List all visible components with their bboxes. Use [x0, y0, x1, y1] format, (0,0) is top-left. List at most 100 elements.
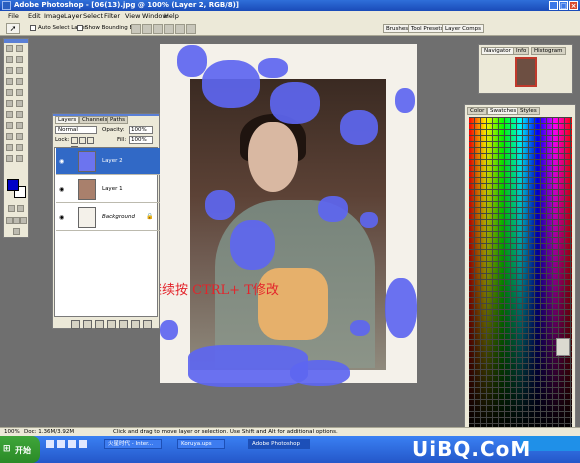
layer-row-background[interactable]: ◉ Background 🔒: [56, 204, 160, 231]
adjustment-layer-icon[interactable]: [119, 320, 128, 329]
type-tool-icon[interactable]: [16, 122, 23, 129]
fill-input[interactable]: 100%: [129, 136, 153, 144]
magic-wand-tool-icon[interactable]: [16, 56, 23, 63]
new-group-icon[interactable]: [107, 320, 116, 329]
taskbar-button-koruya[interactable]: Koruya.ups: [177, 439, 225, 449]
screen-mode-full-icon[interactable]: [20, 217, 27, 224]
start-button[interactable]: ⊞ 开始: [0, 436, 40, 463]
zoom-level[interactable]: 100%: [4, 429, 20, 435]
close-button[interactable]: ×: [569, 1, 578, 10]
menu-help[interactable]: Help: [164, 12, 179, 20]
blend-mode-select[interactable]: Normal: [55, 126, 97, 134]
menu-edit[interactable]: Edit: [28, 12, 41, 20]
align-right-icon[interactable]: [186, 24, 196, 34]
quick-launch-icon[interactable]: [68, 440, 76, 448]
layer-row-layer-2[interactable]: ◉ Layer 2: [56, 148, 160, 175]
tab-layers[interactable]: Layers: [55, 116, 80, 124]
healing-tool-icon[interactable]: [6, 78, 13, 85]
toolbox-grip[interactable]: [4, 39, 28, 43]
dodge-tool-icon[interactable]: [16, 111, 23, 118]
trash-icon[interactable]: [143, 320, 152, 329]
layer-name: Layer 2: [102, 158, 123, 164]
gradient-tool-icon[interactable]: [16, 100, 23, 107]
menu-image[interactable]: Image: [44, 12, 64, 20]
layer-row-layer-1[interactable]: ◉ Layer 1: [56, 176, 160, 203]
brush-tool-icon[interactable]: [16, 78, 23, 85]
layer-thumbnail: [78, 151, 96, 172]
visibility-eye-icon[interactable]: ◉: [59, 186, 64, 193]
align-top-icon[interactable]: [131, 24, 141, 34]
doc-size: Doc: 1.36M/3.92M: [24, 429, 75, 435]
new-layer-icon[interactable]: [131, 320, 140, 329]
menu-select[interactable]: Select: [83, 12, 103, 20]
layer-mask-icon[interactable]: [95, 320, 104, 329]
align-left-icon[interactable]: [164, 24, 174, 34]
align-middle-icon[interactable]: [142, 24, 152, 34]
swatch-scroll-button[interactable]: [556, 338, 570, 356]
tab-color[interactable]: Color: [467, 107, 488, 115]
stamp-tool-icon[interactable]: [6, 89, 13, 96]
screen-mode-full-menu-icon[interactable]: [13, 217, 20, 224]
tab-histogram[interactable]: Histogram: [531, 47, 566, 55]
history-brush-tool-icon[interactable]: [16, 89, 23, 96]
layer-style-icon[interactable]: [83, 320, 92, 329]
lock-icon: 🔒: [146, 213, 154, 220]
eraser-tool-icon[interactable]: [6, 100, 13, 107]
visibility-eye-icon[interactable]: ◉: [59, 158, 64, 165]
lock-position-icon[interactable]: [87, 137, 94, 144]
lock-transparency-icon[interactable]: [71, 137, 78, 144]
swatch-grid[interactable]: [469, 117, 572, 429]
zoom-tool-icon[interactable]: [16, 155, 23, 162]
menu-filter[interactable]: Filter: [104, 12, 120, 20]
align-center-icon[interactable]: [175, 24, 185, 34]
tab-swatches[interactable]: Swatches: [487, 107, 520, 115]
tab-styles[interactable]: Styles: [517, 107, 540, 115]
start-label: 开始: [15, 446, 31, 455]
tab-info[interactable]: Info: [513, 47, 530, 55]
menu-file[interactable]: File: [8, 12, 19, 20]
eyedropper-tool-icon[interactable]: [16, 144, 23, 151]
lasso-tool-icon[interactable]: [6, 56, 13, 63]
standard-mode-icon[interactable]: [8, 205, 15, 212]
align-bottom-icon[interactable]: [153, 24, 163, 34]
lock-image-icon[interactable]: [79, 137, 86, 144]
notes-tool-icon[interactable]: [6, 144, 13, 151]
blur-tool-icon[interactable]: [6, 111, 13, 118]
tab-brushes[interactable]: Brushes: [383, 24, 412, 33]
navigator-preview[interactable]: [515, 57, 537, 87]
taskbar-button-photoshop[interactable]: Adobe Photoshop: [248, 439, 310, 449]
path-select-tool-icon[interactable]: [6, 122, 13, 129]
marquee-tool-icon[interactable]: [6, 45, 13, 52]
bounding-box-checkbox[interactable]: [77, 25, 83, 31]
tab-navigator[interactable]: Navigator: [481, 47, 514, 55]
screen-mode-standard-icon[interactable]: [6, 217, 13, 224]
link-layers-icon[interactable]: [71, 320, 80, 329]
visibility-eye-icon[interactable]: ◉: [59, 214, 64, 221]
shape-tool-icon[interactable]: [16, 133, 23, 140]
tab-channels[interactable]: Channels: [79, 116, 111, 124]
minimize-button[interactable]: _: [549, 1, 558, 10]
tab-tool-presets[interactable]: Tool Presets: [408, 24, 447, 33]
hand-tool-icon[interactable]: [6, 155, 13, 162]
slice-tool-icon[interactable]: [16, 67, 23, 74]
quick-mask-icon[interactable]: [17, 205, 24, 212]
move-tool-icon[interactable]: [16, 45, 23, 52]
tab-paths[interactable]: Paths: [107, 116, 128, 124]
quick-launch-icon[interactable]: [46, 440, 54, 448]
move-tool-preset-icon[interactable]: ➚: [6, 23, 20, 34]
quick-launch-icon[interactable]: [57, 440, 65, 448]
menu-view[interactable]: View: [125, 12, 140, 20]
jump-to-imageready-icon[interactable]: [13, 228, 20, 235]
auto-select-checkbox[interactable]: [30, 25, 36, 31]
tab-layer-comps[interactable]: Layer Comps: [442, 24, 485, 33]
menu-layer[interactable]: Layer: [64, 12, 82, 20]
pen-tool-icon[interactable]: [6, 133, 13, 140]
quick-launch-icon[interactable]: [79, 440, 87, 448]
foreground-color-swatch[interactable]: [7, 179, 19, 191]
taskbar-button-browser[interactable]: 火星时代 - Inter...: [104, 439, 162, 449]
crop-tool-icon[interactable]: [6, 67, 13, 74]
opacity-input[interactable]: 100%: [129, 126, 153, 134]
layer-name: Layer 1: [102, 186, 123, 192]
maximize-button[interactable]: □: [559, 1, 568, 10]
tool-grid: [6, 45, 28, 173]
